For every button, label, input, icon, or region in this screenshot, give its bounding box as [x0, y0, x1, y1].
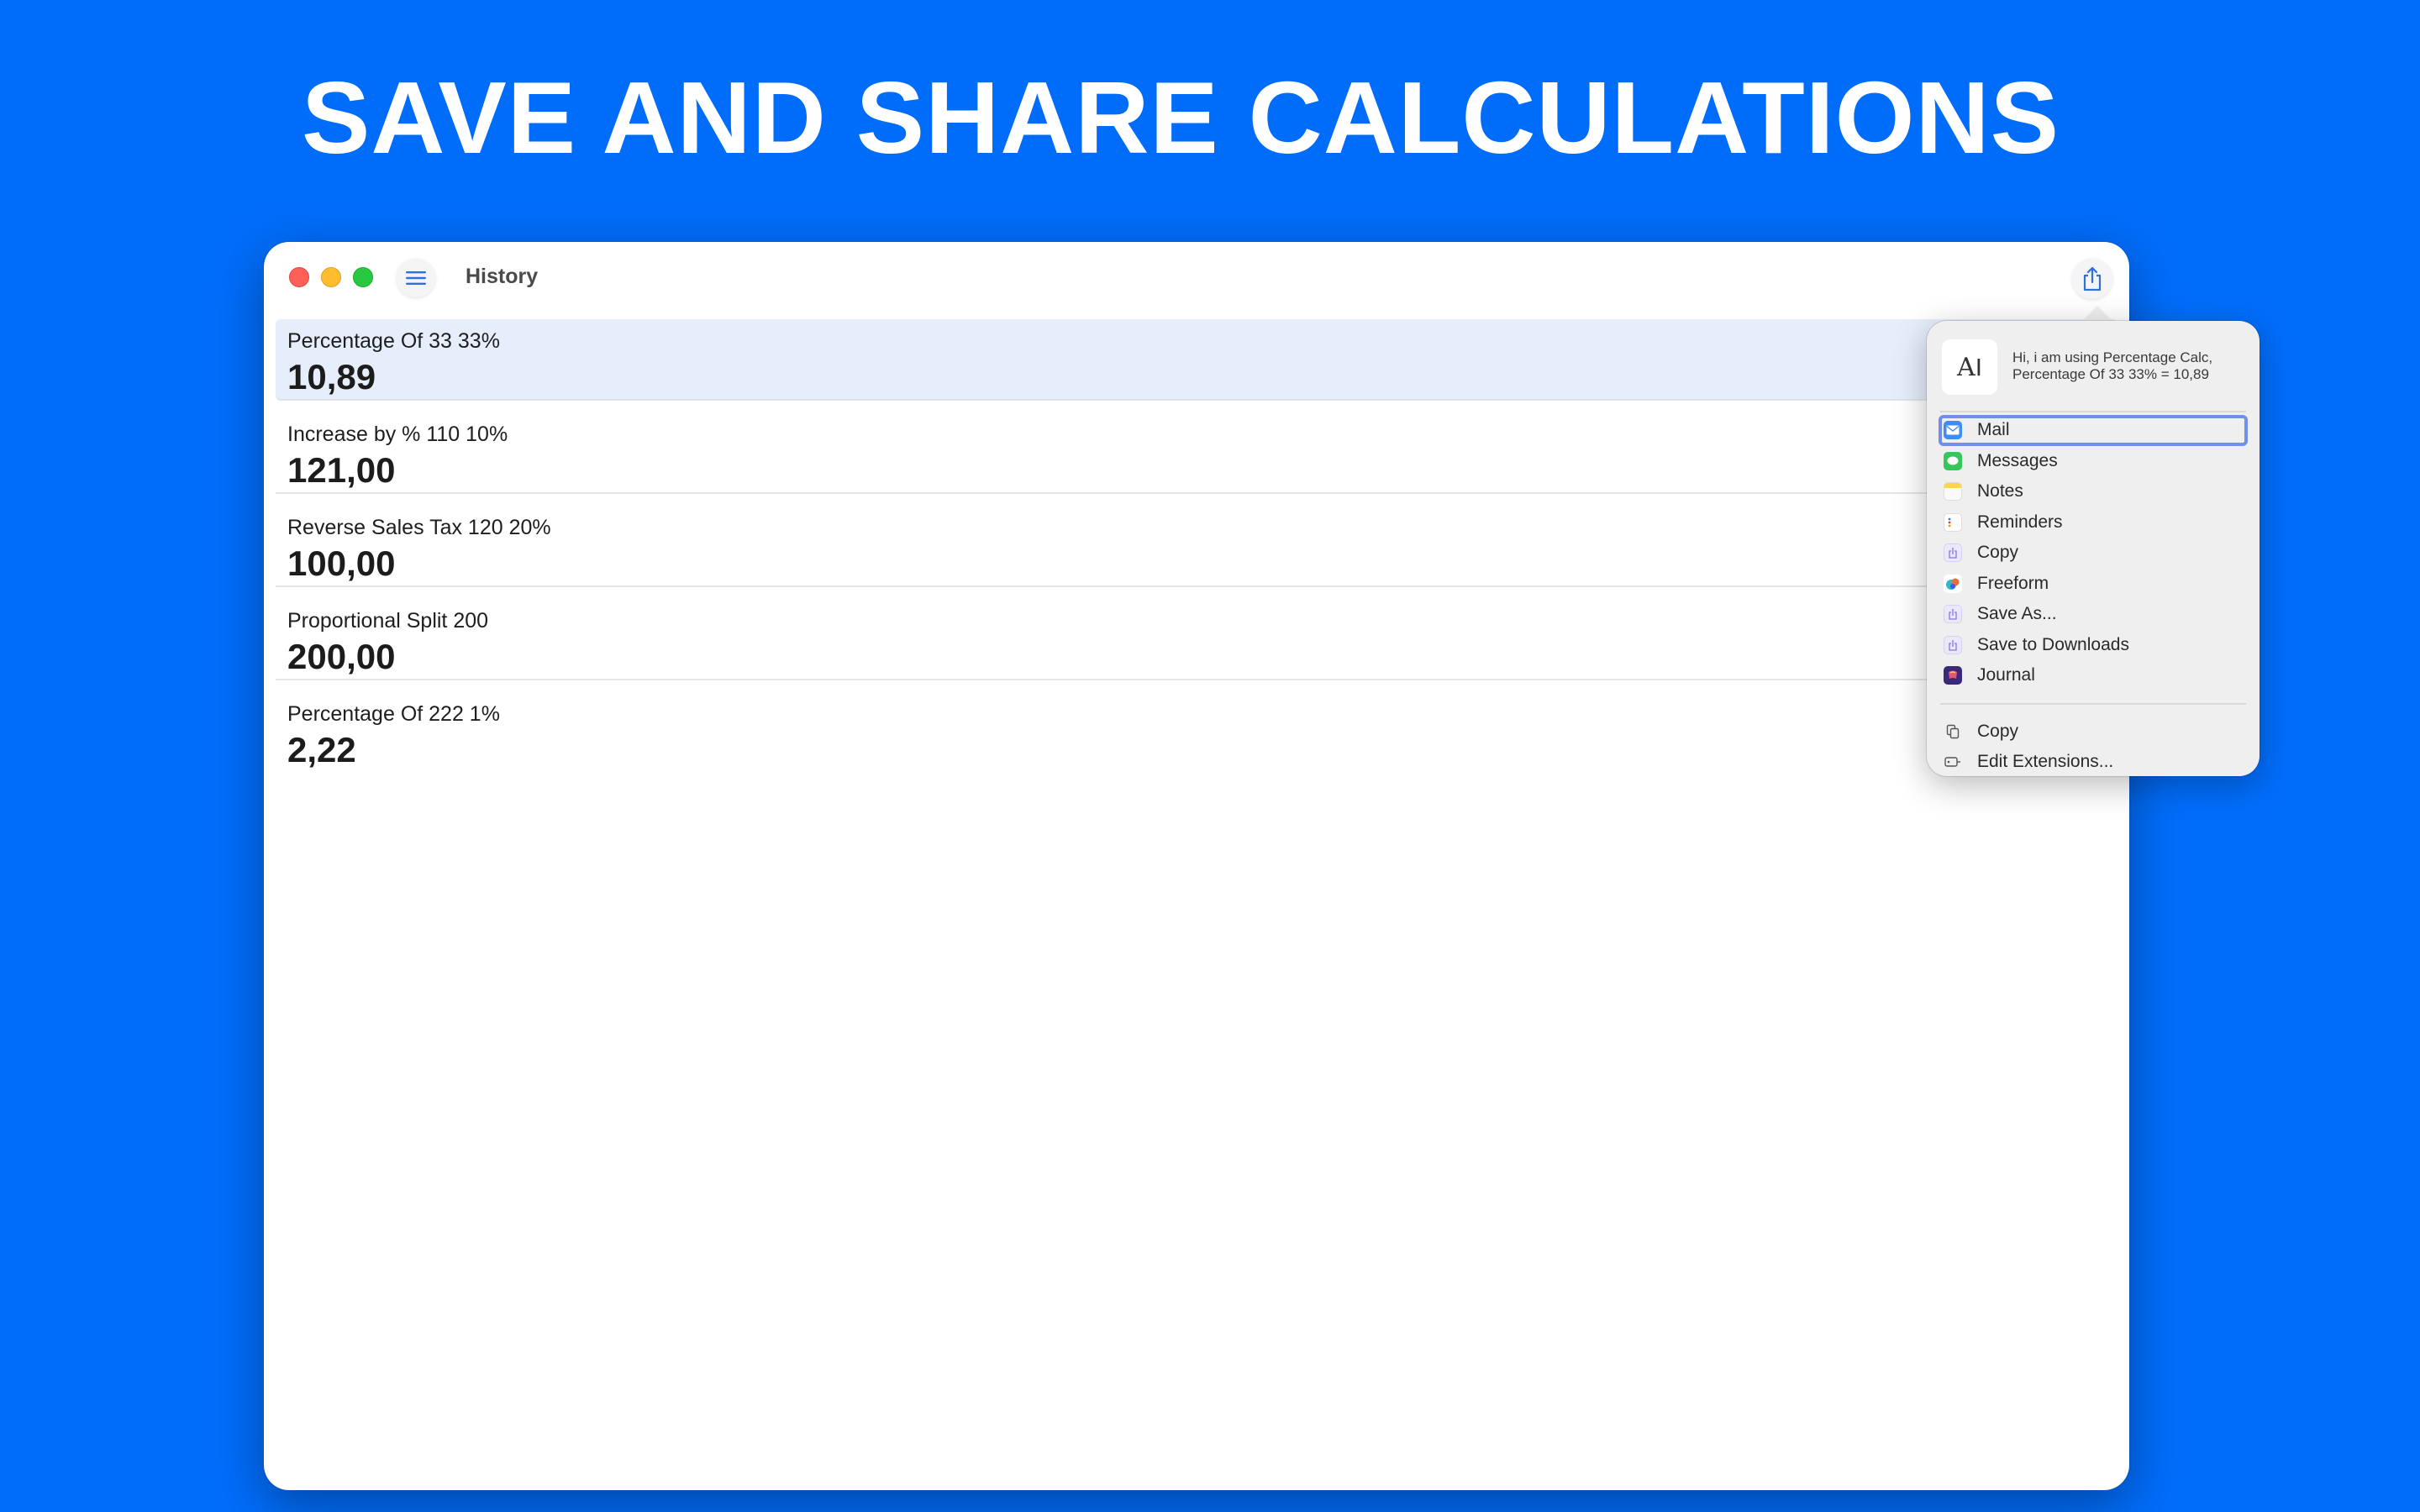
share-preview-line1: Hi, i am using Percentage Calc, [2012, 349, 2213, 365]
edit-extensions-menu-item[interactable]: Edit Extensions... [1939, 747, 2248, 778]
save-downloads-icon [1944, 635, 1962, 654]
history-row[interactable]: Reverse Sales Tax 120 20% 100,00 [276, 506, 2118, 587]
history-list: Percentage Of 33 33% 10,89 Increase by %… [276, 319, 2118, 785]
share-item-label: Save to Downloads [1977, 634, 2129, 654]
share-item-label: Freeform [1977, 573, 2049, 593]
app-window: History Percentage Of 33 33% 10,89 Incre… [264, 242, 2129, 1490]
sidebar-toggle-button[interactable] [397, 259, 435, 297]
history-row-value: 200,00 [287, 637, 396, 676]
history-row-label: Percentage Of 222 1% [287, 702, 500, 726]
share-item-label: Save As... [1977, 604, 2057, 624]
history-row-label: Increase by % 110 10% [287, 423, 508, 446]
copy-menu-item[interactable]: Copy [1939, 717, 2248, 748]
minimize-window-button[interactable] [321, 267, 341, 287]
close-window-button[interactable] [289, 267, 309, 287]
history-row-label: Proportional Split 200 [287, 609, 489, 633]
divider [1940, 411, 2246, 412]
share-item-save-as[interactable]: Save As... [1939, 599, 2248, 630]
window-title: History [466, 265, 539, 288]
history-row[interactable]: Percentage Of 33 33% 10,89 [276, 319, 2118, 401]
list-icon [406, 271, 426, 285]
share-item-copy[interactable]: Copy [1939, 538, 2248, 569]
journal-icon [1944, 666, 1962, 685]
history-row[interactable]: Percentage Of 222 1% 2,22 [276, 692, 2118, 774]
share-button[interactable] [2072, 259, 2112, 299]
share-item-label: Notes [1977, 481, 2023, 501]
history-row-value: 121,00 [287, 450, 396, 490]
share-item-label: Mail [1977, 420, 2010, 440]
copy-icon [1944, 722, 1962, 741]
share-item-freeform[interactable]: Freeform [1939, 569, 2248, 600]
headline: SAVE AND SHARE CALCULATIONS [301, 60, 2060, 175]
menu-item-label: Copy [1977, 721, 2019, 741]
share-icon [2083, 266, 2102, 291]
history-row[interactable]: Proportional Split 200 200,00 [276, 599, 2118, 680]
freeform-icon [1944, 574, 1962, 593]
share-menu: Mail Messages Notes Reminders Copy Freef… [1939, 415, 2248, 778]
history-row-label: Percentage Of 33 33% [287, 329, 500, 353]
mail-icon [1944, 421, 1962, 440]
extensions-icon [1944, 753, 1962, 771]
messages-icon [1944, 451, 1962, 470]
history-row-label: Reverse Sales Tax 120 20% [287, 516, 551, 539]
reminders-icon [1944, 512, 1962, 532]
share-item-label: Journal [1977, 665, 2035, 685]
save-as-icon [1944, 605, 1962, 624]
share-item-mail[interactable]: Mail [1939, 415, 2248, 446]
zoom-window-button[interactable] [353, 267, 373, 287]
popover-arrow [2081, 306, 2114, 323]
title-bar: History [264, 242, 2129, 314]
history-row-value: 10,89 [287, 357, 376, 396]
share-item-journal[interactable]: Journal [1939, 660, 2248, 691]
history-row[interactable]: Increase by % 110 10% 121,00 [276, 412, 2118, 494]
share-item-label: Copy [1977, 543, 2019, 563]
history-row-value: 100,00 [287, 543, 396, 583]
share-item-label: Reminders [1977, 512, 2063, 532]
share-item-save-to-downloads[interactable]: Save to Downloads [1939, 630, 2248, 661]
divider [1940, 702, 2246, 705]
text-document-icon: AI [1942, 339, 1997, 395]
history-row-value: 2,22 [287, 730, 356, 769]
share-item-notes[interactable]: Notes [1939, 476, 2248, 507]
share-preview-line2: Percentage Of 33 33% = 10,89 [2012, 366, 2209, 382]
share-item-label: Messages [1977, 450, 2058, 470]
share-preview-text: Hi, i am using Percentage Calc, Percenta… [2012, 349, 2256, 383]
share-item-reminders[interactable]: Reminders [1939, 507, 2248, 538]
notes-icon [1944, 482, 1962, 501]
share-popover: AI Hi, i am using Percentage Calc, Perce… [1927, 321, 2260, 776]
share-item-messages[interactable]: Messages [1939, 446, 2248, 477]
menu-item-label: Edit Extensions... [1977, 752, 2114, 772]
share-copy-icon [1944, 543, 1962, 563]
